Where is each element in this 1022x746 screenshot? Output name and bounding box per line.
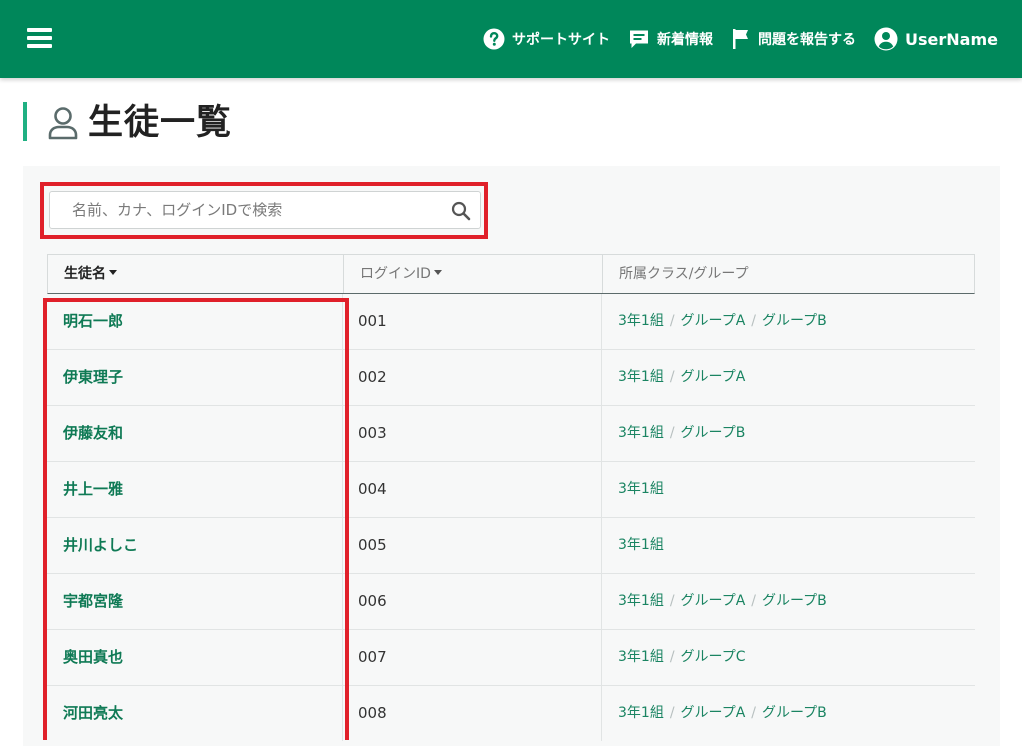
groups-cell: 3年1組 / グループB xyxy=(601,406,973,461)
column-header-groups-label: 所属クラス/グループ xyxy=(619,266,749,282)
news-label: 新着情報 xyxy=(657,32,714,48)
name-cell: 明石一郎 xyxy=(47,294,342,349)
group-link[interactable]: グループA xyxy=(681,313,746,329)
name-cell: 井川よしこ xyxy=(47,518,342,573)
page-title: 生徒一覧 xyxy=(88,103,233,143)
group-separator: / xyxy=(669,425,675,441)
group-separator: / xyxy=(669,649,675,665)
group-link[interactable]: グループC xyxy=(681,649,746,665)
group-link[interactable]: グループA xyxy=(681,705,746,721)
table-row: 奥田真也 007 3年1組 / グループC xyxy=(47,630,975,686)
table-body: 明石一郎 001 3年1組 / グループA / グループB 伊東理子 002 3年1組 / グループA… xyxy=(47,294,975,742)
login-id-cell: 005 xyxy=(342,518,601,573)
student-name-link[interactable]: 明石一郎 xyxy=(63,312,123,330)
table-row: 井川よしこ 005 3年1組 xyxy=(47,518,975,574)
login-id-cell: 006 xyxy=(342,574,601,629)
login-id-cell: 001 xyxy=(342,294,601,349)
flag-icon xyxy=(733,29,749,49)
name-cell: 河田亮太 xyxy=(47,686,342,741)
student-name-link[interactable]: 伊東理子 xyxy=(63,368,123,386)
title-accent-bar xyxy=(23,102,27,141)
header-nav: サポートサイト 新着情報 問題を報告する UserName xyxy=(483,0,1022,78)
table-row: 伊藤友和 003 3年1組 / グループB xyxy=(47,406,975,462)
column-header-name[interactable]: 生徒名 xyxy=(48,255,343,293)
group-link[interactable]: グループB xyxy=(762,313,827,329)
student-name-link[interactable]: 井川よしこ xyxy=(63,536,138,554)
user-outline-icon xyxy=(48,107,78,140)
table-header: 生徒名 ログインID 所属クラス/グループ xyxy=(47,254,975,294)
table-row: 井上一雅 004 3年1組 xyxy=(47,462,975,518)
top-navigation-bar: サポートサイト 新着情報 問題を報告する UserName xyxy=(0,0,1022,78)
name-cell: 奥田真也 xyxy=(47,630,342,685)
news-link[interactable]: 新着情報 xyxy=(628,28,713,50)
group-link[interactable]: グループA xyxy=(681,593,746,609)
username: UserName xyxy=(905,29,998,49)
group-link[interactable]: グループB xyxy=(681,425,746,441)
menu-icon[interactable] xyxy=(27,28,52,48)
group-link[interactable]: 3年1組 xyxy=(618,537,664,553)
login-id-cell: 004 xyxy=(342,462,601,517)
group-separator: / xyxy=(751,593,757,609)
student-name-link[interactable]: 井上一雅 xyxy=(63,480,123,498)
groups-cell: 3年1組 / グループC xyxy=(601,630,973,685)
login-id-cell: 003 xyxy=(342,406,601,461)
group-separator: / xyxy=(751,705,757,721)
name-cell: 伊藤友和 xyxy=(47,406,342,461)
groups-cell: 3年1組 / グループA / グループB xyxy=(601,574,973,629)
message-icon xyxy=(630,30,649,48)
group-separator: / xyxy=(669,369,675,385)
group-separator: / xyxy=(669,313,675,329)
student-name-link[interactable]: 伊藤友和 xyxy=(63,424,123,442)
groups-cell: 3年1組 / グループA / グループB xyxy=(601,294,973,349)
table-row: 明石一郎 001 3年1組 / グループA / グループB xyxy=(47,294,975,350)
user-menu[interactable]: UserName xyxy=(874,27,998,51)
name-cell: 宇都宮隆 xyxy=(47,574,342,629)
group-link[interactable]: グループA xyxy=(681,369,746,385)
help-circle-icon xyxy=(483,28,505,50)
table-row: 伊東理子 002 3年1組 / グループA xyxy=(47,350,975,406)
user-circle-icon xyxy=(874,27,898,51)
group-separator: / xyxy=(751,313,757,329)
login-id-cell: 002 xyxy=(342,350,601,405)
login-id-cell: 007 xyxy=(342,630,601,685)
sort-caret-icon xyxy=(109,269,117,275)
groups-cell: 3年1組 xyxy=(601,462,973,517)
name-cell: 井上一雅 xyxy=(47,462,342,517)
group-link[interactable]: 3年1組 xyxy=(618,369,664,385)
group-link[interactable]: 3年1組 xyxy=(618,313,664,329)
column-header-login-id[interactable]: ログインID xyxy=(343,255,602,293)
support-site-label: サポートサイト xyxy=(512,32,611,48)
column-header-login-id-label: ログインID xyxy=(360,266,431,282)
report-problem-label: 問題を報告する xyxy=(758,32,857,48)
sort-caret-icon xyxy=(433,269,442,275)
login-id-cell: 008 xyxy=(342,686,601,741)
groups-cell: 3年1組 / グループA xyxy=(601,350,973,405)
support-site-link[interactable]: サポートサイト xyxy=(483,28,610,50)
search-icon[interactable] xyxy=(451,201,471,221)
group-link[interactable]: グループB xyxy=(762,705,827,721)
student-name-link[interactable]: 奥田真也 xyxy=(63,648,123,666)
groups-cell: 3年1組 / グループA / グループB xyxy=(601,686,973,741)
student-name-link[interactable]: 宇都宮隆 xyxy=(63,592,123,610)
group-link[interactable]: 3年1組 xyxy=(618,649,664,665)
column-header-name-label: 生徒名 xyxy=(64,266,106,282)
name-cell: 伊東理子 xyxy=(47,350,342,405)
student-list-card: 生徒名 ログインID 所属クラス/グループ 明石一郎 001 3年1組 / グループA /… xyxy=(23,166,1000,746)
search-input[interactable] xyxy=(72,192,442,228)
student-name-link[interactable]: 河田亮太 xyxy=(63,704,123,722)
table-row: 河田亮太 008 3年1組 / グループA / グループB xyxy=(47,686,975,742)
groups-cell: 3年1組 xyxy=(601,518,973,573)
group-link[interactable]: 3年1組 xyxy=(618,481,664,497)
group-link[interactable]: 3年1組 xyxy=(618,705,664,721)
group-link[interactable]: 3年1組 xyxy=(618,593,664,609)
search-box xyxy=(49,191,481,229)
group-link[interactable]: グループB xyxy=(762,593,827,609)
group-separator: / xyxy=(669,593,675,609)
report-problem-link[interactable]: 問題を報告する xyxy=(731,28,856,50)
group-link[interactable]: 3年1組 xyxy=(618,425,664,441)
student-table: 生徒名 ログインID 所属クラス/グループ 明石一郎 001 3年1組 / グループA /… xyxy=(47,254,975,742)
group-separator: / xyxy=(669,705,675,721)
column-header-groups: 所属クラス/グループ xyxy=(602,255,974,293)
table-row: 宇都宮隆 006 3年1組 / グループA / グループB xyxy=(47,574,975,630)
